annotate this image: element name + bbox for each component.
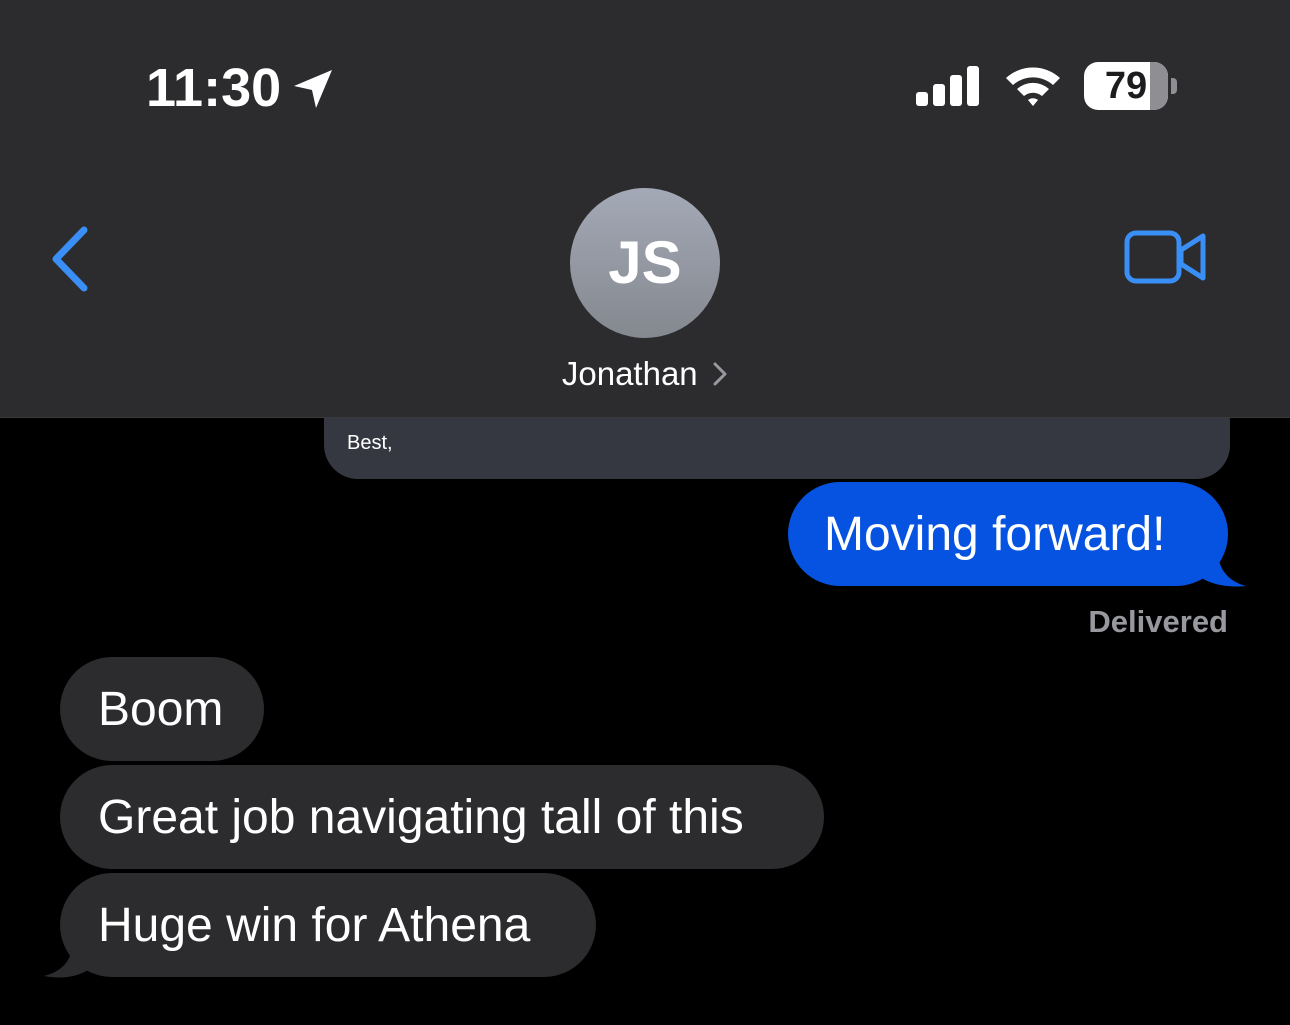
video-camera-icon: [1124, 230, 1206, 284]
message-text-received: Huge win for Athena: [98, 899, 531, 952]
message-text-received: Boom: [98, 683, 224, 736]
chevron-left-icon: [52, 226, 88, 292]
battery-nub: [1171, 78, 1177, 94]
bubble-tail-sent: [1196, 552, 1246, 587]
contact-name: Jonathan: [561, 355, 698, 392]
bubble-tail-received: [44, 944, 94, 978]
delivery-status: Delivered: [1088, 604, 1228, 639]
battery-icon: 79: [1084, 62, 1168, 110]
chevron-right-icon: [713, 362, 727, 386]
email-preview-text: Best,: [347, 432, 393, 454]
location-arrow-icon: [294, 70, 332, 108]
message-text-received: Great job navigating tall of this: [98, 791, 744, 844]
message-text-sent: Moving forward!: [824, 508, 1166, 561]
avatar[interactable]: JS: [570, 188, 720, 338]
conversation-header: 11:30 79 JS Jonathan: [0, 0, 1290, 418]
battery-level: 79: [1104, 65, 1148, 107]
back-button[interactable]: [44, 222, 96, 296]
contact-name-button[interactable]: Jonathan: [0, 352, 1290, 396]
wifi-icon: [1006, 67, 1060, 106]
status-time: 11:30: [146, 58, 282, 118]
messages-screen: Best, 11:30 79 JS Jonathan Moving forwar…: [0, 0, 1290, 1025]
video-call-button[interactable]: [1124, 228, 1208, 286]
cellular-signal-icon: [916, 66, 979, 106]
